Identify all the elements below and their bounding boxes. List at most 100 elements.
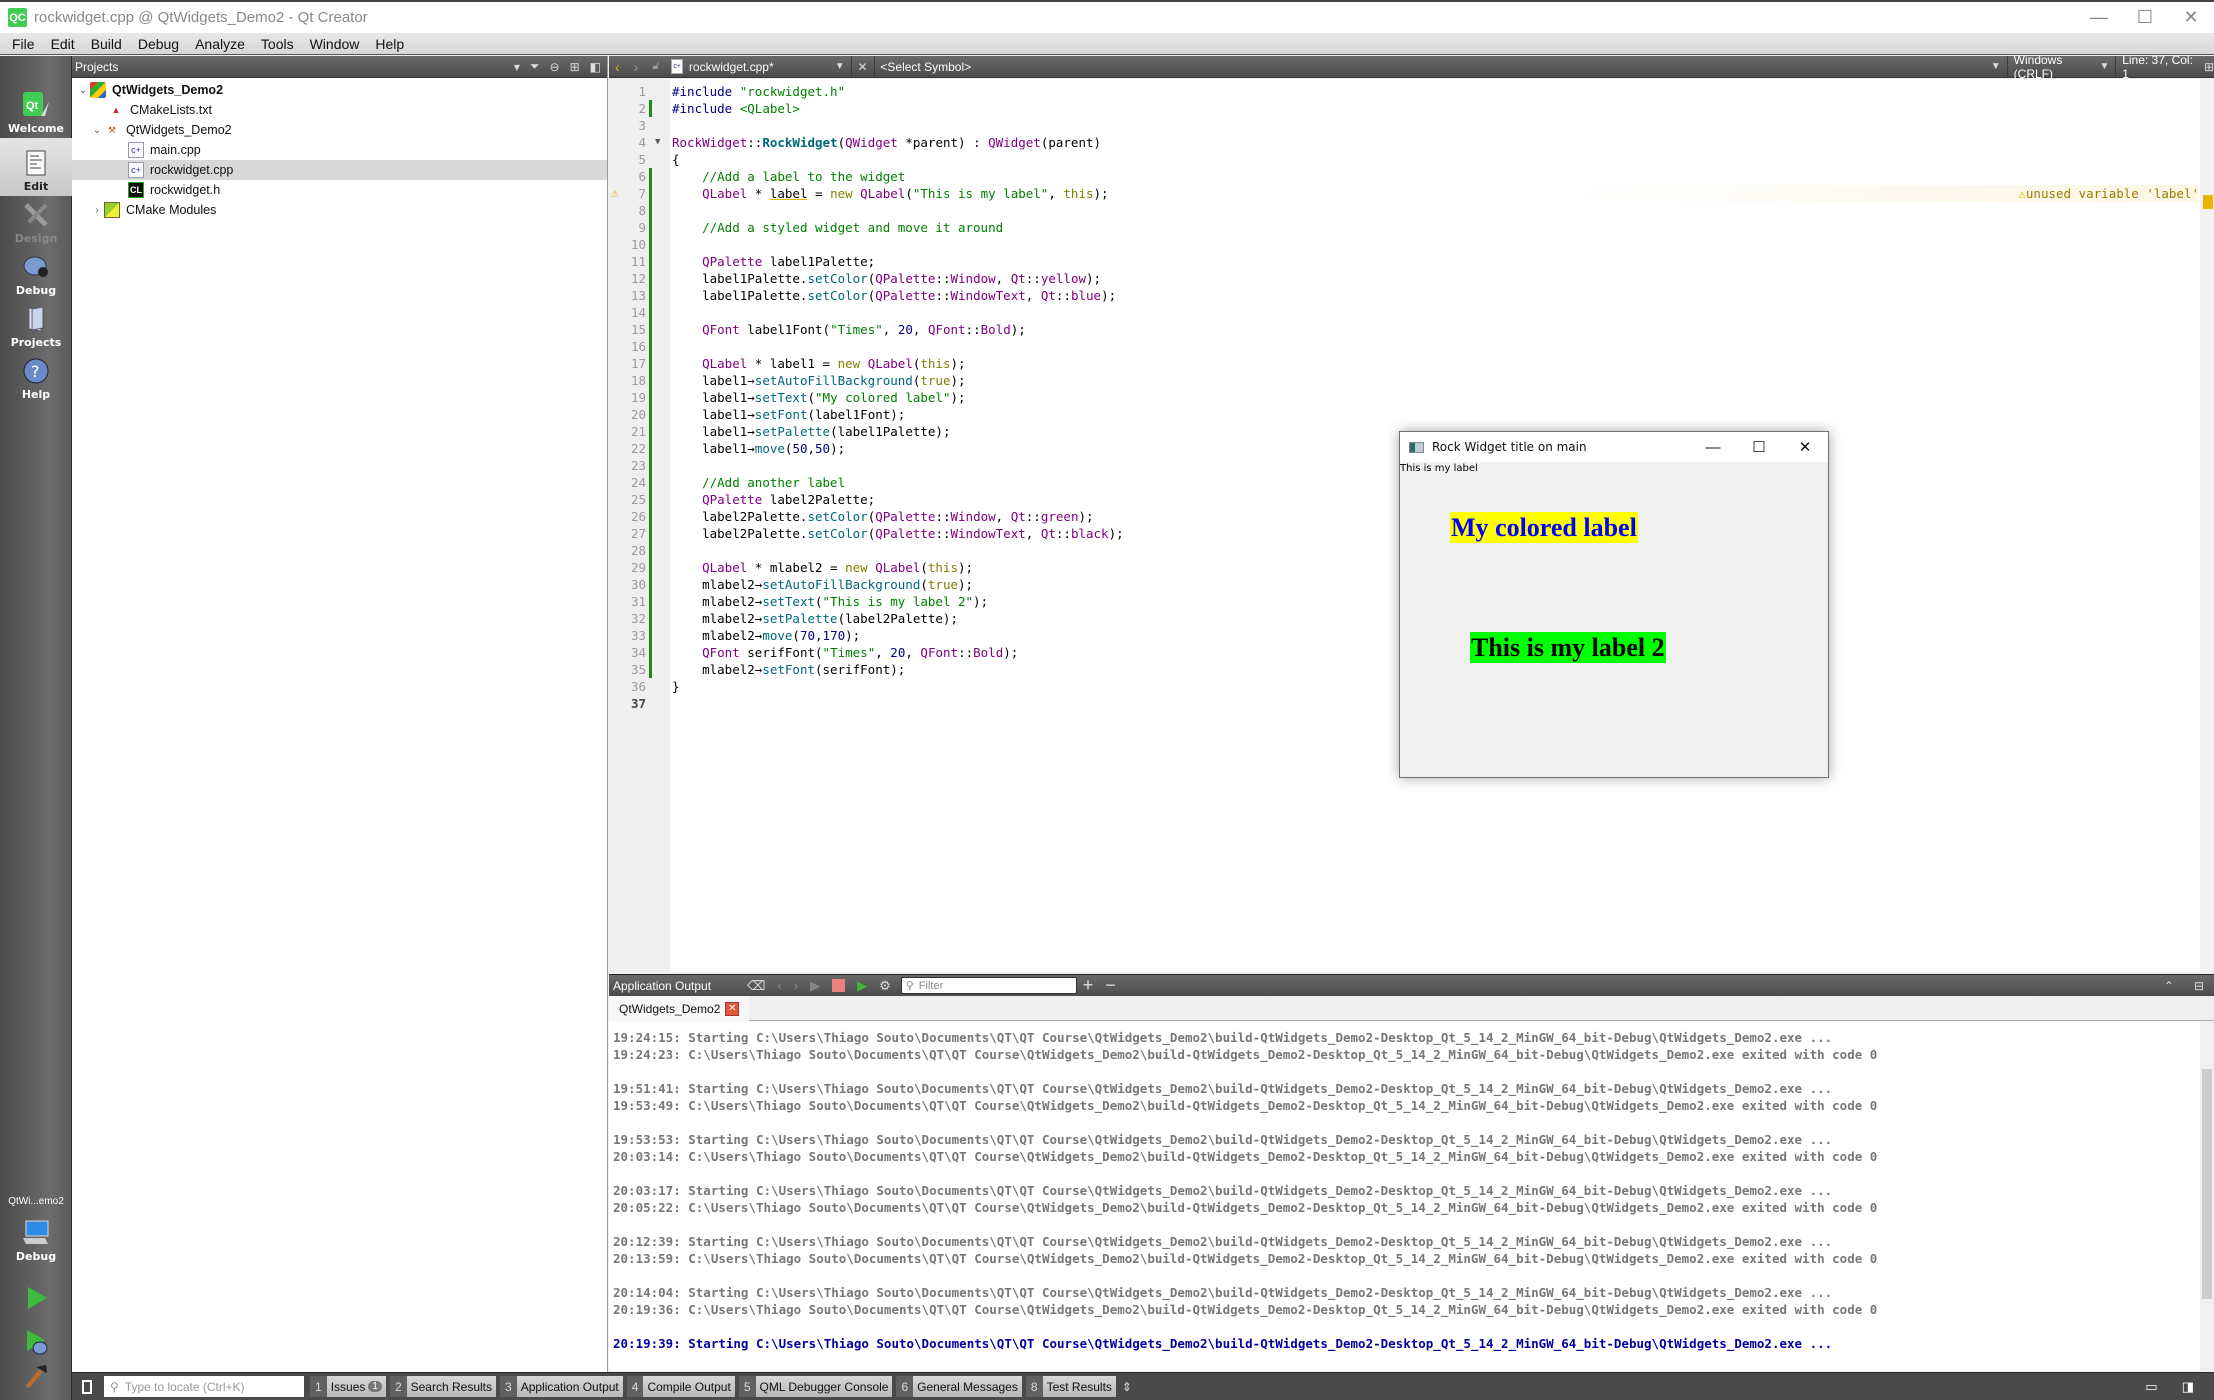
menu-file[interactable]: File	[5, 36, 44, 52]
build-button[interactable]	[0, 1356, 72, 1396]
line-ending-arrow-icon[interactable]: ▼	[2099, 61, 2109, 72]
code-line[interactable]: 4 ▼ RockWidget::RockWidget(QWidget *parent…	[609, 134, 2199, 151]
output-pane-button-application-output[interactable]: 3 Application Output	[500, 1376, 623, 1397]
menu-edit[interactable]: Edit	[44, 36, 84, 52]
tree-item-cmakelists[interactable]: ▲ CMakeLists.txt	[72, 100, 607, 120]
rock-widget-maximize-button[interactable]: ☐	[1736, 432, 1782, 462]
menu-analyze[interactable]: Analyze	[188, 36, 254, 52]
close-sidebar-icon[interactable]: ◧	[590, 60, 601, 74]
code-line[interactable]: 6 //Add a label to the widget	[609, 168, 2199, 185]
close-tab-icon[interactable]: ✕	[725, 1001, 740, 1016]
projects-pane-title[interactable]: Projects	[75, 60, 118, 74]
rock-widget-close-button[interactable]: ✕	[1782, 432, 1828, 462]
code-line[interactable]: 18 label1→setAutoFillBackground(true);	[609, 372, 2199, 389]
toggle-sidebar-icon[interactable]	[82, 1379, 92, 1394]
output-pane-button-search-results[interactable]: 2 Search Results	[389, 1376, 496, 1397]
split-icon[interactable]: ⊞	[570, 60, 580, 74]
close-button[interactable]: ✕	[2168, 2, 2214, 33]
split-editor-icon[interactable]: ⊞	[2204, 60, 2214, 74]
mode-design[interactable]: Design	[0, 196, 72, 248]
output-tab-qtwidgets-demo2[interactable]: QtWidgets_Demo2 ✕	[609, 996, 750, 1021]
menu-debug[interactable]: Debug	[131, 36, 188, 52]
forward-arrow-icon[interactable]: ›	[634, 59, 639, 75]
code-line[interactable]: 1 #include "rockwidget.h"	[609, 83, 2199, 100]
link-with-editor-icon[interactable]: ⊖	[550, 60, 560, 74]
symbol-selector[interactable]: <Select Symbol>	[880, 60, 1781, 74]
open-file-dropdown[interactable]: rockwidget.cpp*	[689, 60, 835, 74]
code-line[interactable]: 13 label1Palette.setColor(QPalette::Wind…	[609, 287, 2199, 304]
collapse-chevron-icon[interactable]: ›	[90, 205, 104, 216]
view-dropdown-icon[interactable]: ▾	[514, 60, 520, 74]
tree-item-rockwidget-h[interactable]: CL rockwidget.h	[72, 180, 607, 200]
close-document-icon[interactable]: ✕	[857, 60, 867, 74]
expand-chevron-icon[interactable]: ⌄	[76, 85, 90, 96]
toggle-right-sidebar-icon[interactable]: ◨	[2182, 1379, 2194, 1395]
code-line[interactable]: 9 //Add a styled widget and move it arou…	[609, 219, 2199, 236]
clear-output-icon[interactable]: ⌫	[747, 978, 765, 994]
next-item-icon[interactable]: ›	[794, 978, 798, 993]
code-line[interactable]: 3	[609, 117, 2199, 134]
tree-item-project-root[interactable]: ⌄ QtWidgets_Demo2	[72, 80, 607, 100]
run-button[interactable]	[0, 1274, 72, 1318]
code-line[interactable]: 14	[609, 304, 2199, 321]
tree-item-target[interactable]: ⌄ ⚒ QtWidgets_Demo2	[72, 120, 607, 140]
code-line[interactable]: 19 label1→setText("My colored label");	[609, 389, 2199, 406]
output-pane-button-qml-debugger-console[interactable]: 5 QML Debugger Console	[738, 1376, 893, 1397]
mode-projects[interactable]: Projects	[0, 300, 72, 352]
code-line[interactable]: 11 QPalette label1Palette;	[609, 253, 2199, 270]
tree-item-main-cpp[interactable]: c+ main.cpp	[72, 140, 607, 160]
warning-icon[interactable]: ⚠	[611, 185, 619, 202]
maximize-pane-icon[interactable]: ⌃	[2164, 979, 2174, 993]
editor-scrollbar[interactable]	[2200, 79, 2214, 972]
mode-welcome[interactable]: Qt Welcome	[0, 78, 72, 138]
symbol-dropdown-arrow-icon[interactable]: ▼	[1991, 61, 2001, 72]
more-panes-icon[interactable]: ⇕	[1122, 1380, 1132, 1394]
filter-icon[interactable]: ⏷	[530, 59, 540, 74]
settings-gear-icon[interactable]: ⚙	[879, 978, 891, 994]
rerun-icon[interactable]: ▶	[810, 978, 820, 994]
code-line[interactable]: 2 #include <QLabel>	[609, 100, 2199, 117]
zoom-in-icon[interactable]: +	[1083, 975, 1094, 996]
mode-edit[interactable]: Edit	[0, 138, 72, 196]
code-line[interactable]: 12 label1Palette.setColor(QPalette::Wind…	[609, 270, 2199, 287]
attach-debugger-icon[interactable]: ▶	[857, 978, 867, 994]
output-pane-button-compile-output[interactable]: 4 Compile Output	[626, 1376, 735, 1397]
locator-input[interactable]: ⚲ Type to locate (Ctrl+K)	[104, 1376, 304, 1397]
line-ending-selector[interactable]: Windows (CRLF)	[2014, 53, 2100, 81]
code-line[interactable]: 8	[609, 202, 2199, 219]
output-filter-input[interactable]: ⚲ Filter	[900, 977, 1077, 994]
output-pane-button-general-messages[interactable]: 6 General Messages	[896, 1376, 1022, 1397]
code-line[interactable]: 10	[609, 236, 2199, 253]
output-pane-button-test-results[interactable]: 8 Test Results	[1025, 1376, 1116, 1397]
file-dropdown-arrow-icon[interactable]: ▼	[835, 61, 845, 72]
kit-selector[interactable]: Debug	[0, 1208, 72, 1266]
warning-marker[interactable]	[2203, 195, 2213, 209]
code-line[interactable]: 17 QLabel * label1 = new QLabel(this);	[609, 355, 2199, 372]
menu-build[interactable]: Build	[84, 36, 131, 52]
stop-icon[interactable]	[832, 979, 846, 992]
expand-chevron-icon[interactable]: ⌄	[90, 125, 104, 136]
code-line[interactable]: 16	[609, 338, 2199, 355]
tree-item-cmake-modules[interactable]: › CMake Modules	[72, 200, 607, 220]
rock-widget-minimize-button[interactable]: —	[1690, 432, 1736, 462]
menu-window[interactable]: Window	[303, 36, 369, 52]
zoom-out-icon[interactable]: −	[1105, 975, 1116, 996]
maximize-button[interactable]: ☐	[2122, 2, 2168, 33]
output-scrollbar[interactable]	[2200, 1021, 2214, 1371]
previous-item-icon[interactable]: ‹	[777, 978, 781, 993]
back-arrow-icon[interactable]: ‹	[615, 59, 620, 75]
mode-debug[interactable]: Debug	[0, 248, 72, 300]
application-output[interactable]: 19:24:15: Starting C:\Users\Thiago Souto…	[609, 1021, 2214, 1371]
code-line[interactable]: 7 ⚠ QLabel * label = new QLabel("This is …	[609, 185, 2199, 202]
output-scrollbar-thumb[interactable]	[2202, 1069, 2212, 1299]
mode-help[interactable]: ? Help	[0, 352, 72, 404]
fold-arrow-icon[interactable]: ▼	[655, 134, 660, 151]
progress-details-icon[interactable]: ▭	[2145, 1379, 2157, 1395]
menu-help[interactable]: Help	[368, 36, 413, 52]
tree-item-rockwidget-cpp[interactable]: c+ rockwidget.cpp	[72, 160, 607, 180]
code-line[interactable]: 15 QFont label1Font("Times", 20, QFont::…	[609, 321, 2199, 338]
hide-pane-icon[interactable]: ⊟	[2194, 979, 2204, 993]
cursor-position[interactable]: Line: 37, Col: 1	[2122, 53, 2196, 81]
inline-warning-message[interactable]: ⚠unused variable 'label'	[2018, 185, 2199, 202]
minimize-button[interactable]: —	[2076, 2, 2122, 33]
